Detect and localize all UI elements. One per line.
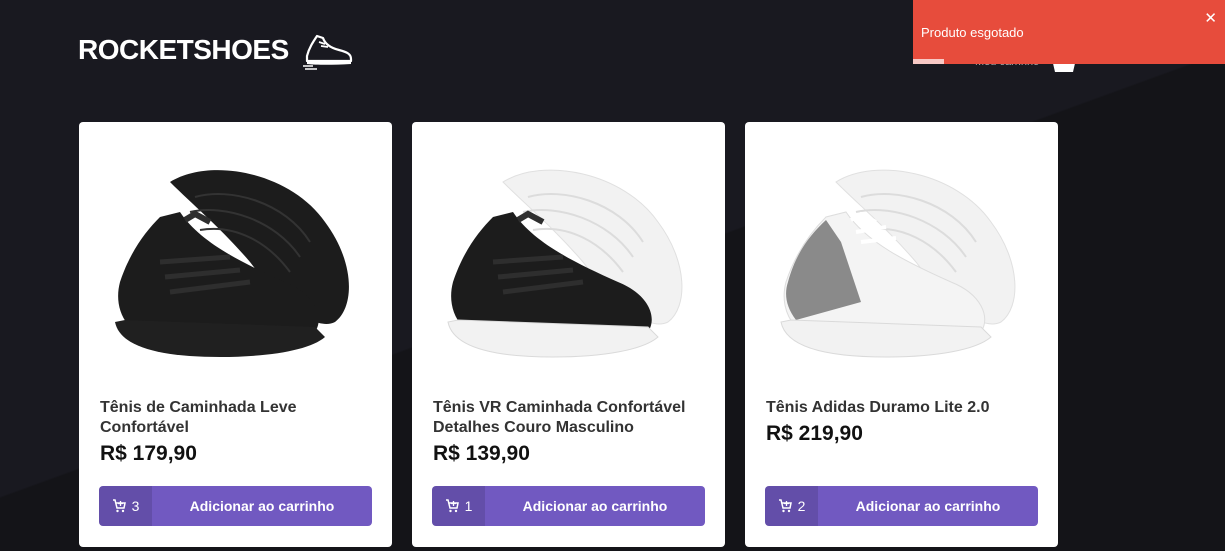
toast-message: Produto esgotado: [921, 25, 1024, 40]
cart-amount-value: 1: [464, 498, 473, 514]
cart-amount: 1: [432, 486, 485, 526]
close-icon[interactable]: ✕: [1204, 9, 1217, 27]
product-price: R$ 179,90: [100, 442, 197, 465]
product-title: Tênis de Caminhada Leve Confortável: [100, 399, 297, 436]
cart-amount: 2: [765, 486, 818, 526]
product-card: Tênis Adidas Duramo Lite 2.0 R$ 219,90 2…: [745, 122, 1058, 547]
cart-amount-value: 3: [131, 498, 140, 514]
app-header: ROCKETSHOES: [78, 30, 355, 70]
logo-text[interactable]: ROCKETSHOES: [78, 34, 289, 66]
add-to-cart-label: Adicionar ao carrinho: [189, 498, 335, 514]
cart-amount: 3: [99, 486, 152, 526]
product-title: Tênis Adidas Duramo Lite 2.0: [766, 399, 990, 416]
add-shopping-cart-icon: [112, 499, 126, 513]
error-toast[interactable]: Produto esgotado ✕: [913, 0, 1225, 64]
cart-amount-value: 2: [797, 498, 806, 514]
add-to-cart-button[interactable]: 2 Adicionar ao carrinho: [765, 486, 1038, 526]
product-price: R$ 219,90: [766, 422, 863, 445]
add-to-cart-button[interactable]: 3 Adicionar ao carrinho: [99, 486, 372, 526]
product-price: R$ 139,90: [433, 442, 530, 465]
add-to-cart-label: Adicionar ao carrinho: [522, 498, 668, 514]
product-card: Tênis VR Caminhada Confortável Detalhes …: [412, 122, 725, 547]
product-card: Tênis de Caminhada Leve Confortável R$ 1…: [79, 122, 392, 547]
product-image: [115, 170, 349, 357]
add-to-cart-button[interactable]: 1 Adicionar ao carrinho: [432, 486, 705, 526]
product-image: [780, 169, 1016, 358]
product-title: Tênis VR Caminhada Confortável Detalhes …: [433, 399, 686, 436]
add-shopping-cart-icon: [778, 499, 792, 513]
add-shopping-cart-icon: [445, 499, 459, 513]
add-to-cart-label: Adicionar ao carrinho: [855, 498, 1001, 514]
product-image: [447, 169, 683, 358]
toast-progress-bar: [913, 59, 945, 64]
product-list: Tênis de Caminhada Leve Confortável R$ 1…: [79, 122, 1058, 547]
sneaker-icon: [302, 34, 352, 70]
